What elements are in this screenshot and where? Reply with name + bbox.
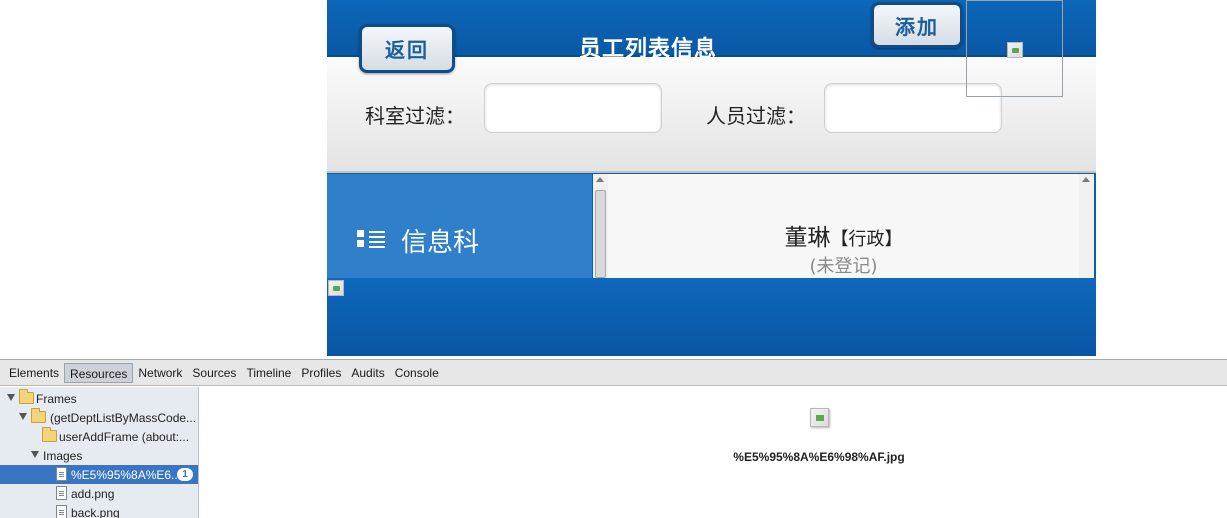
add-button[interactable]: 添加 <box>871 2 963 48</box>
dept-list-item[interactable]: 信息科 <box>327 174 592 278</box>
broken-image-icon <box>328 280 344 296</box>
tree-item-label: Images <box>43 449 83 463</box>
tree-item-frame[interactable]: (getDeptListByMassCode... <box>0 408 198 427</box>
devtools-toolbar: Elements Resources Network Sources Timel… <box>0 360 1227 386</box>
tree-item-label: Frames <box>36 392 77 406</box>
dept-name: 信息科 <box>401 228 480 258</box>
tree-item-frames[interactable]: Frames <box>0 389 198 408</box>
dept-list: 信息科 <box>327 174 592 278</box>
expand-triangle-icon[interactable] <box>31 451 39 458</box>
scroll-up-icon[interactable] <box>1082 177 1090 182</box>
tab-network[interactable]: Network <box>133 363 187 383</box>
user-list-item[interactable]: 董琳【行政】 (未登记) <box>608 174 1079 278</box>
folder-icon <box>31 408 46 423</box>
expand-triangle-icon[interactable] <box>19 413 27 420</box>
user-status: (未登记) <box>809 256 878 277</box>
dept-filter-input[interactable] <box>484 83 662 133</box>
resources-tree: Frames (getDeptListByMassCode... userAdd… <box>0 387 199 518</box>
preview-filename: %E5%95%8A%E6%98%AF.jpg <box>733 450 905 464</box>
tab-timeline[interactable]: Timeline <box>241 363 296 383</box>
devtools-panel: Elements Resources Network Sources Timel… <box>0 359 1227 518</box>
user-name: 董琳 <box>784 225 831 251</box>
tab-audits[interactable]: Audits <box>346 363 389 383</box>
folder-icon <box>42 427 57 442</box>
image-file-icon <box>56 505 67 518</box>
user-name-line: 董琳【行政】 <box>608 218 1079 252</box>
tree-item-subframe[interactable]: userAddFrame (about:... <box>0 427 198 446</box>
tab-elements[interactable]: Elements <box>4 363 64 383</box>
tree-item-images[interactable]: Images <box>0 446 198 465</box>
tree-item-label: (getDeptListByMassCode... <box>50 411 197 425</box>
tree-item-label: back.png <box>71 506 120 518</box>
tree-item-back-png[interactable]: back.png <box>0 503 198 518</box>
count-badge: 1 <box>177 468 193 481</box>
tab-resources[interactable]: Resources <box>64 362 134 383</box>
footer-bar <box>327 278 1096 356</box>
image-preview <box>810 408 829 427</box>
tab-sources[interactable]: Sources <box>187 363 241 383</box>
tab-console[interactable]: Console <box>390 363 444 383</box>
file-icon <box>56 467 67 481</box>
user-role: 【行政】 <box>830 229 903 250</box>
back-button[interactable]: 返回 <box>359 24 455 73</box>
broken-image-icon <box>1007 42 1023 58</box>
user-list: 董琳【行政】 (未登记) <box>608 174 1079 278</box>
folder-icon <box>19 389 34 404</box>
tab-profiles[interactable]: Profiles <box>296 363 346 383</box>
app-viewport: 返回 员工列表信息 添加 科室过滤： 人员过滤： 信息科 董琳【行政】 (未登记… <box>327 0 1096 356</box>
expand-triangle-icon[interactable] <box>7 394 15 401</box>
tree-item-image-selected[interactable]: %E5%95%8A%E6... 1 <box>0 465 198 484</box>
tree-item-add-png[interactable]: add.png <box>0 484 198 503</box>
dept-filter-label: 科室过滤： <box>365 104 465 128</box>
scrollbar-thumb[interactable] <box>595 190 606 278</box>
image-frame <box>966 0 1063 97</box>
scroll-up-icon[interactable] <box>596 177 604 182</box>
list-icon <box>357 230 385 248</box>
tree-item-label: add.png <box>71 487 115 501</box>
user-list-scrollbar[interactable] <box>1079 174 1094 278</box>
resource-preview: %E5%95%8A%E6%98%AF.jpg <box>200 387 1227 518</box>
image-file-icon <box>56 486 67 500</box>
user-filter-label: 人员过滤： <box>706 104 806 128</box>
tree-item-label: %E5%95%8A%E6... <box>71 468 182 482</box>
tree-item-label: userAddFrame (about:... <box>59 430 190 444</box>
dept-list-scrollbar[interactable] <box>593 174 608 278</box>
